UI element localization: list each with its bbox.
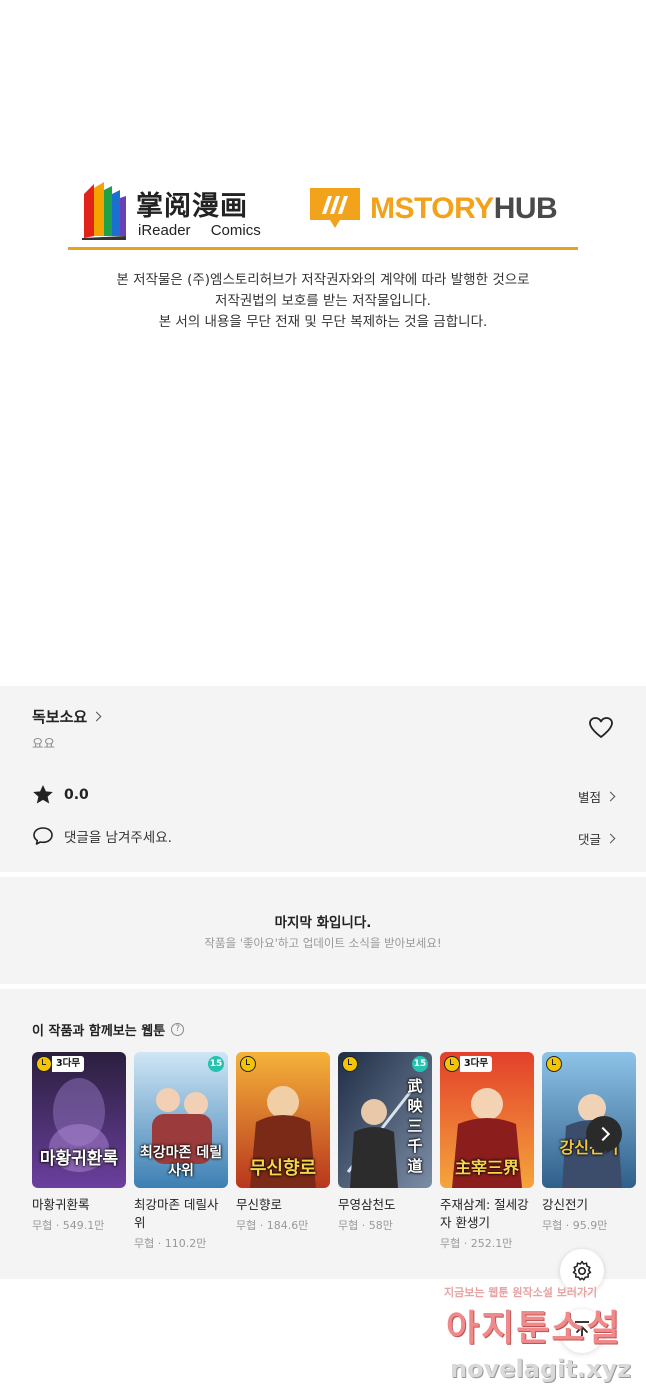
last-episode-title: 마지막 화입니다. xyxy=(274,915,372,931)
webtoon-title: 강신전기 xyxy=(542,1197,589,1212)
mstoryhub-wordmark-hub: HUB xyxy=(493,192,558,225)
webtoon-title: 마황귀환록 xyxy=(32,1197,90,1212)
webtoon-meta: 무협 · 549.1만 xyxy=(32,1219,105,1232)
age-rating-badge: 15 xyxy=(208,1056,224,1072)
wait-free-clock-icon xyxy=(240,1056,256,1072)
webtoon-card[interactable]: 3다무 마황귀환록 마황귀환록 무협 · 549.1만 xyxy=(32,1052,126,1233)
last-episode-panel: 마지막 화입니다. 작품을 '좋아요'하고 업데이트 소식을 받아보세요! xyxy=(0,877,646,984)
watermark-logo-text: 아지툰소설 xyxy=(446,1308,622,1349)
webtoon-meta: 무협 · 58만 xyxy=(338,1219,393,1232)
webtoon-cover: 15 武映三千道 xyxy=(338,1052,432,1188)
copyright-line: 저작권법의 보호를 받는 저작물입니다. xyxy=(215,293,431,309)
age-rating-badge: 15 xyxy=(412,1056,428,1072)
viewer-page: 掌阅漫画 iReader Comics MSTORYHUB 본 저작물은 (주)… xyxy=(0,0,646,1393)
series-title: 독보소요 xyxy=(32,708,88,726)
chevron-right-icon xyxy=(605,791,616,802)
webtoon-title: 주재삼계: 절세강자 환생기 xyxy=(440,1197,529,1230)
cover-art xyxy=(542,1052,636,1188)
mstoryhub-badge-icon xyxy=(310,188,360,228)
cover-title: 마황귀환록 xyxy=(39,1149,119,1169)
recommendations-header: 이 작품과 함께보는 웹툰 ? xyxy=(32,1020,185,1039)
copyright-line: 본 저작물은 (주)엠스토리허브가 저작권자와의 계약에 따라 발행한 것으로 xyxy=(116,272,530,288)
webtoon-card[interactable]: 무신향로 무신향로 무협 · 184.6만 xyxy=(236,1052,330,1233)
webtoon-title: 무신향로 xyxy=(236,1197,283,1212)
rate-link-label: 별점 xyxy=(577,790,601,805)
webtoon-card[interactable]: 15 武映三千道 무영삼천도 무협 · 58만 xyxy=(338,1052,432,1233)
ireader-book-icon xyxy=(82,182,126,240)
wait-free-clock-icon xyxy=(546,1056,562,1072)
recommendations-section: 이 작품과 함께보는 웹툰 ? 3다무 마황귀환록 마황귀환록 무협 · 549… xyxy=(0,989,646,1279)
watermark-tagline: 지금보는 웹툰 원작소설 보러가기 xyxy=(444,1286,598,1299)
banner-divider xyxy=(68,247,578,250)
webtoon-cover: 15 최강마존 데릴사위 xyxy=(134,1052,228,1188)
webtoon-card[interactable]: 15 최강마존 데릴사위 최강마존 데릴사위 무협 · 110.2만 xyxy=(134,1052,228,1251)
cover-title: 武映三千道 xyxy=(407,1077,423,1175)
site-watermark: 지금보는 웹툰 원작소설 보러가기 아지툰소설 novelagit.xyz xyxy=(444,1281,644,1389)
webtoon-cover: 3다무 마황귀환록 xyxy=(32,1052,126,1188)
webtoon-title: 최강마존 데릴사위 xyxy=(134,1197,219,1230)
wait-free-badge: 3다무 xyxy=(52,1056,85,1072)
webtoon-card[interactable]: 3다무 主宰三界 주재삼계: 절세강자 환생기 무협 · 252.1만 xyxy=(440,1052,534,1251)
comment-bubble-icon xyxy=(33,827,53,845)
cover-title: 무신향로 xyxy=(249,1158,317,1179)
chevron-right-icon xyxy=(605,833,616,844)
ireader-logo-cn: 掌阅漫画 xyxy=(136,191,248,222)
comments-link-label: 댓글 xyxy=(577,832,601,847)
webtoon-meta: 무협 · 252.1만 xyxy=(440,1237,513,1250)
wait-free-badge: 3다무 xyxy=(460,1056,493,1072)
cover-title: 최강마존 데릴사위 xyxy=(139,1145,223,1179)
comment-input[interactable]: 댓글을 남겨주세요. xyxy=(32,826,172,846)
webtoon-meta: 무협 · 95.9만 xyxy=(542,1219,608,1232)
webtoon-cover: 3다무 主宰三界 xyxy=(440,1052,534,1188)
mstoryhub-logo: MSTORYHUB xyxy=(308,186,578,236)
wait-free-clock-icon xyxy=(342,1056,358,1072)
ireader-logo-en: iReader Comics xyxy=(138,222,261,239)
last-episode-subtitle: 작품을 '좋아요'하고 업데이트 소식을 받아보세요! xyxy=(204,936,442,950)
copyright-notice: 본 저작물은 (주)엠스토리허브가 저작권자와의 계약에 따라 발행한 것으로 … xyxy=(40,270,606,333)
like-heart-icon[interactable] xyxy=(588,716,614,740)
mstoryhub-wordmark-mstory: MSTORY xyxy=(370,192,494,225)
watermark-url: novelagit.xyz xyxy=(450,1355,632,1383)
webtoon-title: 무영삼천도 xyxy=(338,1197,396,1212)
rate-link[interactable]: 별점 xyxy=(577,787,616,806)
help-icon[interactable]: ? xyxy=(171,1023,185,1036)
mstoryhub-wordmark: MSTORYHUB xyxy=(370,192,558,226)
carousel-next-button[interactable] xyxy=(586,1116,622,1152)
star-icon xyxy=(33,785,53,804)
rating-value: 0.0 xyxy=(64,786,89,803)
wait-free-clock-icon xyxy=(444,1056,460,1072)
copyright-line: 본 서의 내용을 무단 전재 및 무단 복제하는 것을 금합니다. xyxy=(158,314,488,330)
webtoon-meta: 무협 · 110.2만 xyxy=(134,1237,207,1250)
episode-info-panel: 독보소요 요요 0.0 별점 댓글을 남겨주세요. 댓글 xyxy=(0,686,646,872)
series-author: 요요 xyxy=(32,736,56,751)
ireader-logo: 掌阅漫画 iReader Comics xyxy=(80,180,280,242)
gear-icon xyxy=(572,1260,592,1281)
webtoon-cover: 강신전기 xyxy=(542,1052,636,1188)
cover-title: 主宰三界 xyxy=(454,1158,519,1177)
recommendations-title: 이 작품과 함께보는 웹툰 xyxy=(32,1024,166,1039)
series-title-link[interactable]: 독보소요 xyxy=(32,706,102,727)
wait-free-clock-icon xyxy=(36,1056,52,1072)
webtoon-cover: 무신향로 xyxy=(236,1052,330,1188)
rating-row: 0.0 xyxy=(32,784,89,805)
copyright-banner: 掌阅漫画 iReader Comics MSTORYHUB 본 저작물은 (주)… xyxy=(0,0,646,686)
comments-link[interactable]: 댓글 xyxy=(577,829,616,848)
chevron-right-icon xyxy=(91,711,102,722)
comment-placeholder: 댓글을 남겨주세요. xyxy=(64,830,172,846)
recommendations-carousel: 3다무 마황귀환록 마황귀환록 무협 · 549.1만 15 최강마존 데릴사위… xyxy=(32,1052,646,1272)
webtoon-meta: 무협 · 184.6만 xyxy=(236,1219,309,1232)
